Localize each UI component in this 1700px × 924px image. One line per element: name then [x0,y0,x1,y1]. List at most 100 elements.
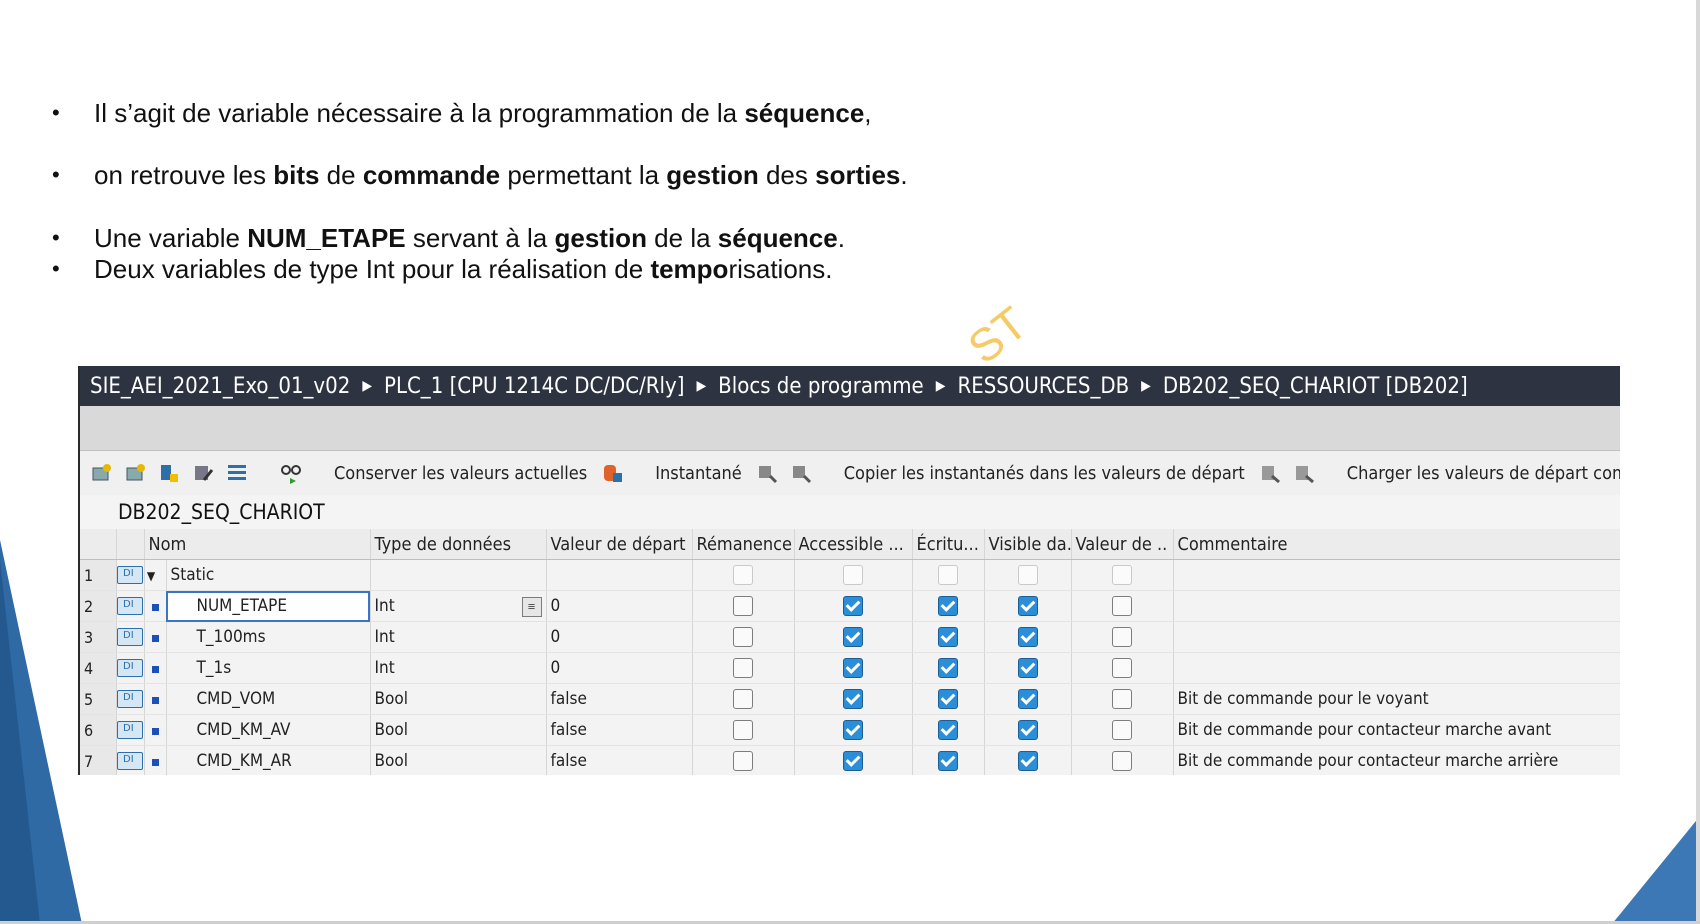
retain-checkbox[interactable] [733,596,754,616]
access-checkbox[interactable] [843,751,864,771]
load-start-values-button[interactable]: Charger les valeurs de départ comme v [1347,463,1620,484]
access-checkbox[interactable] [843,565,864,585]
comment[interactable]: Bit de commande pour le voyant [1173,683,1620,715]
copy-snapshots-button[interactable]: Copier les instantanés dans les valeurs … [844,463,1245,484]
access-checkbox[interactable] [843,658,864,678]
retain-checkbox[interactable] [733,751,754,771]
setpoint-checkbox[interactable] [1112,720,1133,740]
setpoint-checkbox[interactable] [1112,751,1133,771]
setpoint-checkbox[interactable] [1112,565,1133,585]
copy-snapshot-icon[interactable] [756,462,778,484]
setpoint-checkbox[interactable] [1112,658,1133,678]
variable-name[interactable]: NUM_ETAPE [166,590,371,622]
column-header-start[interactable]: Valeur de départ [546,529,693,560]
write-checkbox[interactable] [938,565,959,585]
visible-checkbox[interactable] [1017,627,1038,647]
load-start-all-icon[interactable] [1293,462,1315,484]
type-picker-icon[interactable]: ≡ [521,596,542,617]
variable-name[interactable]: CMD_VOM [166,683,371,715]
variable-name[interactable]: T_1s [166,652,371,684]
setpoint-checkbox[interactable] [1112,689,1133,709]
column-header-setpoint[interactable]: Valeur de .. [1071,529,1174,560]
visible-checkbox[interactable] [1017,689,1038,709]
start-value[interactable]: 0 [546,621,693,653]
write-checkbox[interactable] [938,627,959,647]
snapshot-icon[interactable] [601,462,623,484]
comment[interactable] [1173,652,1620,684]
variable-name[interactable]: Static [166,559,371,591]
write-checkbox[interactable] [938,658,959,678]
glasses-icon[interactable] [280,462,302,484]
start-value[interactable] [546,559,693,591]
table-row[interactable]: 6 DI CMD_KM_AV Bool false Bit de commande pou… [80,714,1620,746]
visible-checkbox[interactable] [1017,596,1038,616]
variable-name[interactable]: CMD_KM_AR [166,745,371,775]
expand-caret-icon[interactable]: ▼ [147,569,155,583]
retain-checkbox[interactable] [733,658,754,678]
column-header-accessible[interactable]: Accessible ... [794,529,913,560]
write-checkbox[interactable] [938,689,959,709]
data-type[interactable]: Int ≡ [370,590,547,622]
column-header-type[interactable]: Type de données [370,529,547,560]
comment[interactable] [1173,590,1620,622]
snapshot-button[interactable]: Instantané [655,463,742,484]
access-checkbox[interactable] [843,689,864,709]
variable-name[interactable]: T_100ms [166,621,371,653]
setpoint-checkbox[interactable] [1112,627,1133,647]
table-row[interactable]: 5 DI CMD_VOM Bool false Bit de commande pour … [80,683,1620,715]
breadcrumb-item[interactable]: PLC_1 [CPU 1214C DC/DC/Rly] [384,374,684,399]
retain-checkbox[interactable] [733,689,754,709]
retain-checkbox[interactable] [733,627,754,647]
table-row[interactable]: 2 DI NUM_ETAPE Int ≡ 0 [80,590,1620,622]
breadcrumb-item[interactable]: Blocs de programme [718,374,924,399]
comment[interactable]: Bit de commande pour contacteur marche a… [1173,745,1620,775]
comment[interactable] [1173,559,1620,591]
start-value[interactable]: 0 [546,652,693,684]
visible-checkbox[interactable] [1017,751,1038,771]
column-header-retain[interactable]: Rémanence [692,529,795,560]
data-type[interactable]: Int [370,652,547,684]
column-header-write[interactable]: Écritu... [912,529,985,560]
table-row[interactable]: 1 DI ▼ Static [80,559,1620,591]
breadcrumb-item[interactable]: DB202_SEQ_CHARIOT [DB202] [1163,374,1468,399]
write-checkbox[interactable] [938,751,959,771]
start-value[interactable]: 0 [546,590,693,622]
retain-checkbox[interactable] [733,565,754,585]
write-checkbox[interactable] [938,720,959,740]
comment[interactable]: Bit de commande pour contacteur marche a… [1173,714,1620,746]
access-checkbox[interactable] [843,720,864,740]
visible-checkbox[interactable] [1017,720,1038,740]
data-type[interactable]: Int [370,621,547,653]
keep-values-button[interactable]: Conserver les valeurs actuelles [334,463,587,484]
breadcrumb-item[interactable]: RESSOURCES_DB [957,374,1129,399]
column-header-comment[interactable]: Commentaire [1173,529,1620,560]
start-value[interactable]: false [546,745,693,775]
list-icon[interactable] [226,462,248,484]
data-type[interactable]: Bool [370,714,547,746]
visible-checkbox[interactable] [1017,565,1038,585]
access-checkbox[interactable] [843,596,864,616]
load-start-icon[interactable] [1259,462,1281,484]
add-row-icon[interactable] [124,462,146,484]
data-type[interactable]: Bool [370,745,547,775]
table-row[interactable]: 7 DI CMD_KM_AR Bool false Bit de commande pou… [80,745,1620,775]
column-header-visible[interactable]: Visible da... [984,529,1072,560]
retain-checkbox[interactable] [733,720,754,740]
start-value[interactable]: false [546,714,693,746]
setpoint-checkbox[interactable] [1112,596,1133,616]
column-header-name[interactable]: Nom [144,529,371,560]
access-checkbox[interactable] [843,627,864,647]
start-value[interactable]: false [546,683,693,715]
variable-name[interactable]: CMD_KM_AV [166,714,371,746]
monitor-icon[interactable] [158,462,180,484]
data-type[interactable] [370,559,547,591]
visible-checkbox[interactable] [1017,658,1038,678]
comment[interactable] [1173,621,1620,653]
insert-row-icon[interactable] [90,462,112,484]
breadcrumb-item[interactable]: SIE_AEI_2021_Exo_01_v02 [90,374,350,399]
write-checkbox[interactable] [938,596,959,616]
table-row[interactable]: 3 DI T_100ms Int 0 [80,621,1620,653]
copy-snapshot-all-icon[interactable] [790,462,812,484]
edit-icon[interactable] [192,462,214,484]
data-type[interactable]: Bool [370,683,547,715]
